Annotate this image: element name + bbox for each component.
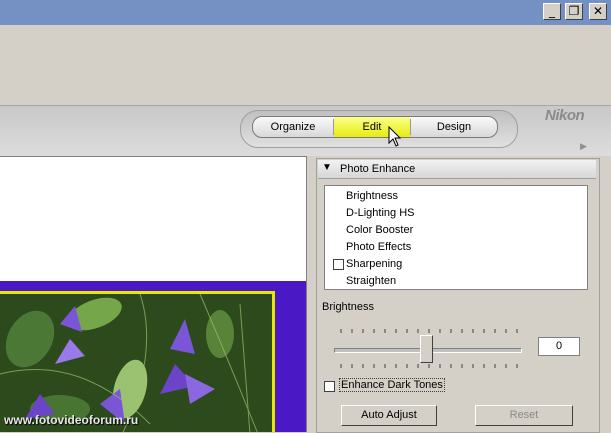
organize-mode-button[interactable]: Organize (253, 117, 333, 137)
restore-icon: ❐ (568, 4, 580, 18)
brightness-value-field[interactable]: 0 (538, 337, 580, 356)
sharpening-checkbox[interactable] (333, 259, 344, 270)
panel-expand-icon[interactable]: ▶ (580, 141, 587, 152)
photo-preview[interactable] (0, 291, 275, 432)
minimize-icon: _ (549, 4, 555, 18)
title-bar: _ ❐ ✕ (0, 0, 611, 25)
minimize-button[interactable]: _ (543, 3, 561, 20)
brightness-slider-thumb[interactable] (420, 335, 433, 363)
tool-color-booster[interactable]: Color Booster (346, 222, 413, 238)
tool-straighten[interactable]: Straighten (346, 273, 396, 289)
photo-enhance-header[interactable]: ▼ Photo Enhance (318, 160, 596, 179)
collapse-triangle-icon[interactable]: ▼ (322, 162, 332, 173)
close-icon: ✕ (592, 4, 604, 18)
mouse-cursor-icon (388, 126, 402, 147)
design-mode-button[interactable]: Design (411, 117, 497, 137)
watermark-text: www.fotovideoforum.ru (4, 413, 139, 427)
enhance-dark-tones-label[interactable]: Enhance Dark Tones (339, 378, 445, 392)
toolbar-area (0, 25, 611, 105)
reset-button[interactable]: Reset (475, 405, 573, 426)
enhance-dark-tones-checkbox[interactable] (324, 381, 335, 392)
tool-list: Brightness D-Lighting HS Color Booster P… (324, 185, 588, 290)
panel-title: Photo Enhance (340, 163, 416, 175)
slider-ticks-top (340, 329, 518, 333)
image-workspace[interactable] (0, 156, 307, 432)
tool-brightness[interactable]: Brightness (346, 188, 398, 204)
tool-photo-effects[interactable]: Photo Effects (346, 239, 411, 255)
tool-sharpening[interactable]: Sharpening (346, 256, 402, 272)
restore-button[interactable]: ❐ (565, 3, 583, 20)
mode-switcher: Organize Edit Design (252, 116, 498, 138)
auto-adjust-button[interactable]: Auto Adjust (341, 405, 437, 426)
close-button[interactable]: ✕ (589, 3, 607, 20)
slider-ticks-bottom (340, 364, 518, 368)
tool-d-lighting-hs[interactable]: D-Lighting HS (346, 205, 414, 221)
nikon-logo: Nikon (545, 107, 585, 124)
brightness-section-label: Brightness (322, 301, 374, 313)
flower-photo-image (0, 294, 272, 432)
